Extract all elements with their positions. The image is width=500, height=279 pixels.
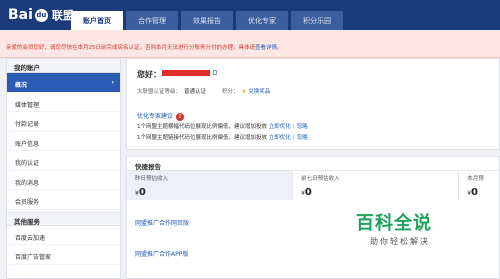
stat-value: ¥0	[135, 187, 146, 198]
sidebar-item-ad-manager[interactable]: 百度广告管家	[7, 245, 120, 265]
ignore-link[interactable]: 忽略	[297, 135, 308, 141]
watermark: 百科全说 助你轻松解决	[356, 209, 480, 247]
baidu-union-logo[interactable]: Bai du 联盟	[8, 7, 74, 23]
sidebar-item-account-info[interactable]: 账户信息	[7, 132, 120, 151]
username-redacted	[162, 70, 210, 76]
quick-report-title: 快捷报告	[127, 157, 499, 171]
tab-reports[interactable]: 效果报告	[181, 11, 233, 30]
star-icon: ★	[241, 89, 247, 95]
points-label: 积分：	[222, 89, 239, 95]
stat-value: ¥0	[301, 187, 312, 198]
optimize-label: 优化专家建议	[137, 113, 174, 120]
stat-label: 前七日预估收入	[301, 176, 340, 182]
tab-cooperation[interactable]: 合作管理	[126, 11, 178, 30]
user-menu-icon[interactable]	[213, 70, 217, 75]
sidebar-item-member-service[interactable]: 会员服务	[7, 190, 120, 210]
greeting: 您好：	[137, 70, 161, 79]
tab-points[interactable]: 积分乐园	[291, 11, 343, 30]
optimize-now-link[interactable]: 立即优化	[269, 135, 291, 141]
web-cooperation-link[interactable]: 网盟推广合作网页版	[135, 218, 189, 227]
member-info-line: 太联盟认证等级： 普通认证 积分： ★ 兑换奖品	[137, 87, 270, 95]
stat-last-7-days: 前七日预估收入 ¥0	[293, 171, 460, 200]
advice-text: 1个网盟主题横幅代码位展现比例偏低，建议增加投放	[137, 124, 268, 130]
separator: |	[292, 124, 295, 130]
advice-text: 1个网盟主题链接代码位展现比例偏低，建议增加投放	[137, 135, 268, 141]
member-level-value: 普通认证	[184, 89, 207, 95]
tab-account-home[interactable]: 账户首页	[71, 11, 123, 30]
sidebar-section-title: 我的账户	[7, 59, 120, 73]
tab-optimize[interactable]: 优化专家	[236, 11, 288, 30]
chevron-right-icon: ›	[111, 79, 114, 86]
notice-details-link[interactable]: 查看详情	[255, 45, 277, 51]
separator: |	[292, 135, 295, 141]
stat-label: 昨日预估收入	[135, 176, 169, 182]
notice-text: 亲爱的会员您好，请您尽快在本月25日前完成实名认证，否则本月无法进行分账务分付的…	[6, 45, 256, 51]
notice-end: 。	[277, 45, 283, 51]
ignore-link[interactable]: 忽略	[297, 124, 308, 130]
sidebar: 我的账户 概况 › 媒体管理 付款记录 账户信息 我的认证 我的消息 会员服务 其…	[6, 58, 121, 279]
sidebar-item-media[interactable]: 媒体管理	[7, 93, 120, 112]
watermark-title: 百科全说	[356, 213, 432, 234]
advice-row: 1个网盟主题链接代码位展现比例偏低，建议增加投放 立即优化 | 忽略	[137, 133, 308, 141]
stat-number: 0	[138, 187, 146, 198]
sidebar-item-verification[interactable]: 我的认证	[7, 151, 120, 171]
optimize-now-link[interactable]: 立即优化	[269, 124, 291, 130]
sidebar-item-label: 概况	[15, 82, 28, 89]
member-level-label: 太联盟认证等级：	[137, 89, 182, 95]
main-tabs: 账户首页 合作管理 效果报告 优化专家 积分乐园	[71, 11, 343, 30]
exchange-prize-link[interactable]: 兑换奖品	[248, 89, 270, 95]
notice-banner: 亲爱的会员您好，请您尽快在本月25日前完成实名认证，否则本月无法进行分账务分付的…	[0, 30, 500, 58]
watermark-subtitle: 助你轻松解决	[370, 237, 430, 246]
app-cooperation-link[interactable]: 网盟推广合作APP版	[135, 249, 188, 258]
stats-row: 昨日预估收入 ¥0 前七日预估收入 ¥0 本月预 ¥0	[127, 171, 499, 200]
logo-text: Bai	[8, 7, 33, 23]
sidebar-item-messages[interactable]: 我的消息	[7, 171, 120, 190]
suggestion-count-badge: 2	[176, 113, 185, 121]
stat-number: 0	[304, 187, 312, 198]
sidebar-section-title-other: 其他服务	[7, 211, 120, 226]
baidu-paw-icon: du	[34, 8, 48, 22]
sidebar-item-payments[interactable]: 付款记录	[7, 112, 120, 132]
stat-value: ¥0	[467, 187, 478, 198]
stat-label: 本月预	[467, 176, 484, 182]
sidebar-item-cloud-accel[interactable]: 百度云加速	[7, 226, 120, 245]
sidebar-item-overview[interactable]: 概况 ›	[7, 73, 120, 93]
stat-this-month: 本月预 ¥0	[459, 171, 499, 200]
overview-card: 您好： 太联盟认证等级： 普通认证 积分： ★ 兑换奖品 优化专家建议 2 1个网盟主题…	[126, 58, 500, 150]
top-nav-bar: Bai du 联盟 账户首页 合作管理 效果报告 优化专家 积分乐园	[0, 0, 500, 30]
advice-row: 1个网盟主题横幅代码位展现比例偏低，建议增加投放 立即优化 | 忽略	[137, 122, 308, 130]
optimize-suggestions-title[interactable]: 优化专家建议 2	[137, 111, 185, 121]
stat-yesterday: 昨日预估收入 ¥0	[127, 171, 294, 200]
stat-number: 0	[471, 187, 478, 198]
